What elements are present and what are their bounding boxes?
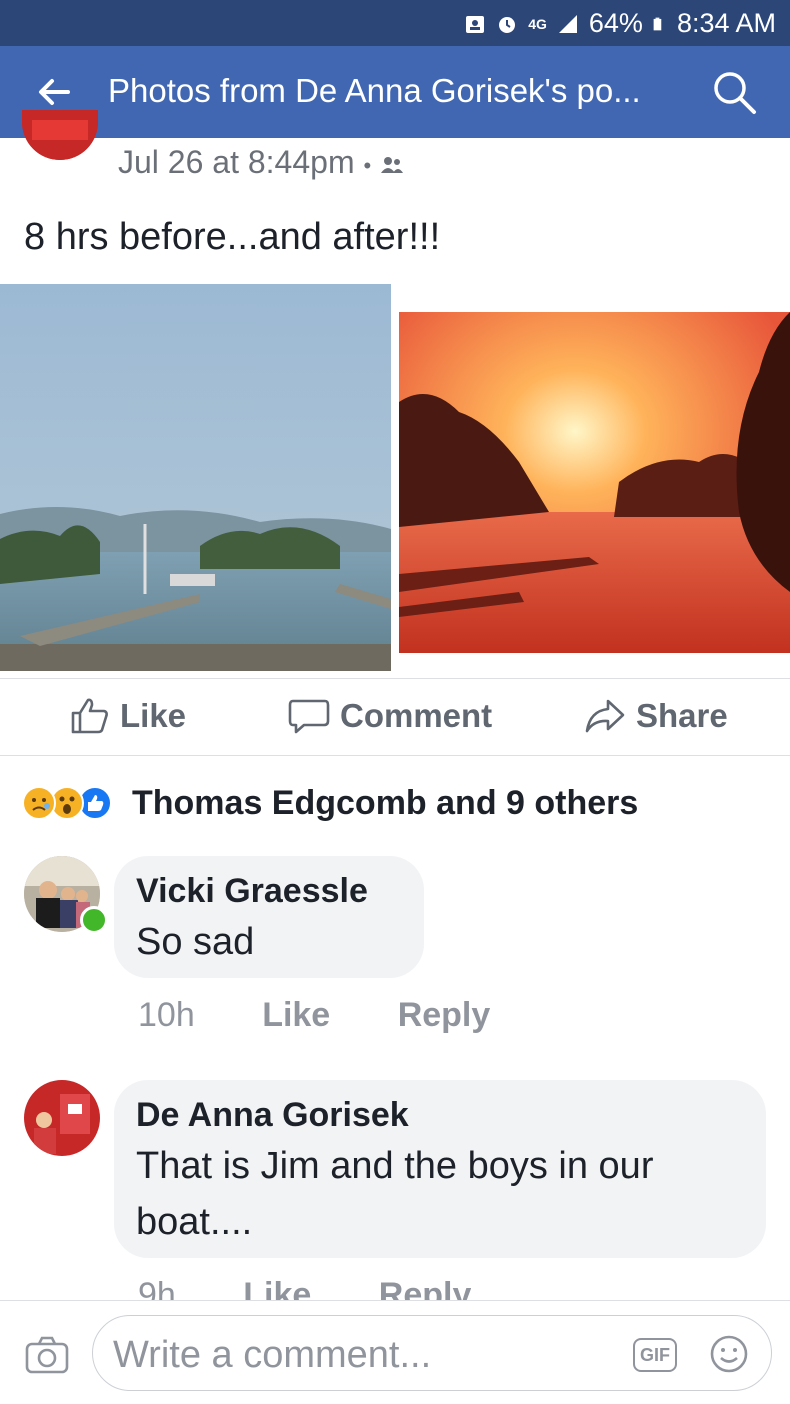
thumbs-up-icon <box>71 698 108 734</box>
post-actions: Like Comment Share <box>0 678 790 756</box>
lake-dock-before-photo[interactable] <box>0 284 391 671</box>
search-icon[interactable] <box>710 68 760 118</box>
like-label: Like <box>120 697 187 734</box>
comment-placeholder: Write a comment... <box>113 1334 432 1376</box>
battery-percent: 64% <box>588 8 643 38</box>
comment-meta: 9h Like Reply <box>138 1276 471 1300</box>
comment-time: 10h <box>138 996 195 1034</box>
comment-avatar[interactable] <box>24 1080 100 1156</box>
share-button[interactable]: Share <box>584 697 728 735</box>
sad-reaction-icon <box>22 786 56 820</box>
like-button[interactable]: Like <box>70 697 186 735</box>
comment-time: 9h <box>138 1276 176 1300</box>
friends-icon <box>381 156 404 173</box>
comment-label: Comment <box>340 697 493 734</box>
meta-separator: • <box>363 153 372 178</box>
comment-like-button[interactable]: Like <box>262 996 330 1034</box>
photo-caption-strip <box>400 656 790 674</box>
clock: 8:34 AM <box>676 8 776 38</box>
share-arrow-icon <box>585 699 625 733</box>
author-avatar[interactable] <box>22 110 98 160</box>
contact-icon <box>466 15 485 33</box>
comment-text: So sad <box>136 921 255 963</box>
post-meta: Jul 26 at 8:44pm • <box>118 144 404 181</box>
comment-meta: 10h Like Reply <box>138 996 490 1035</box>
comment-author[interactable]: Vicki Graessle <box>136 872 368 911</box>
comment-reply-button[interactable]: Reply <box>379 1276 472 1300</box>
comment-author[interactable]: De Anna Gorisek <box>136 1096 409 1135</box>
comment-input[interactable]: Write a comment... GIF <box>92 1315 772 1391</box>
comment-text: That is Jim and the boys in our boat.... <box>136 1145 654 1243</box>
reactions-summary[interactable]: Thomas Edgcomb and 9 others <box>22 780 638 826</box>
battery-icon <box>653 17 662 30</box>
network-type: 4G <box>528 15 547 32</box>
page-title: Photos from De Anna Gorisek's po... <box>108 72 641 109</box>
camera-icon[interactable] <box>24 1335 70 1375</box>
comment-composer: Write a comment... GIF <box>0 1300 790 1404</box>
comment-reply-button[interactable]: Reply <box>398 996 491 1034</box>
comment-bubble[interactable]: Vicki Graessle So sad <box>114 856 424 978</box>
share-label: Share <box>636 697 728 734</box>
status-bar: 4G 64% 8:34 AM <box>0 0 790 46</box>
signal-icon <box>558 14 577 33</box>
comment-bubble[interactable]: De Anna Gorisek That is Jim and the boys… <box>114 1080 766 1258</box>
back-arrow-icon[interactable] <box>34 72 74 112</box>
comment-icon <box>288 699 330 734</box>
reactions-text[interactable]: Thomas Edgcomb and 9 others <box>132 784 638 823</box>
emoji-icon[interactable] <box>709 1334 749 1374</box>
comment-button[interactable]: Comment <box>288 697 492 735</box>
gif-icon[interactable]: GIF <box>633 1338 677 1372</box>
lake-fire-after-photo[interactable] <box>399 312 790 653</box>
online-indicator <box>80 906 108 934</box>
app-bar: Photos from De Anna Gorisek's po... <box>0 46 790 138</box>
comment-like-button[interactable]: Like <box>243 1276 311 1300</box>
post-text: 8 hrs before...and after!!! <box>24 216 441 258</box>
post-timestamp[interactable]: Jul 26 at 8:44pm <box>118 144 355 180</box>
alarm-icon <box>499 16 516 33</box>
